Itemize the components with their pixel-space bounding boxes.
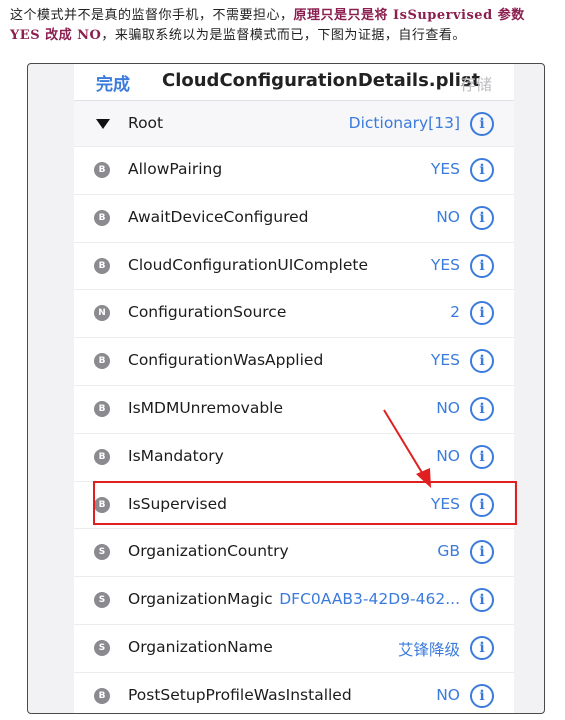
annotation-arrow-icon [383,409,431,488]
